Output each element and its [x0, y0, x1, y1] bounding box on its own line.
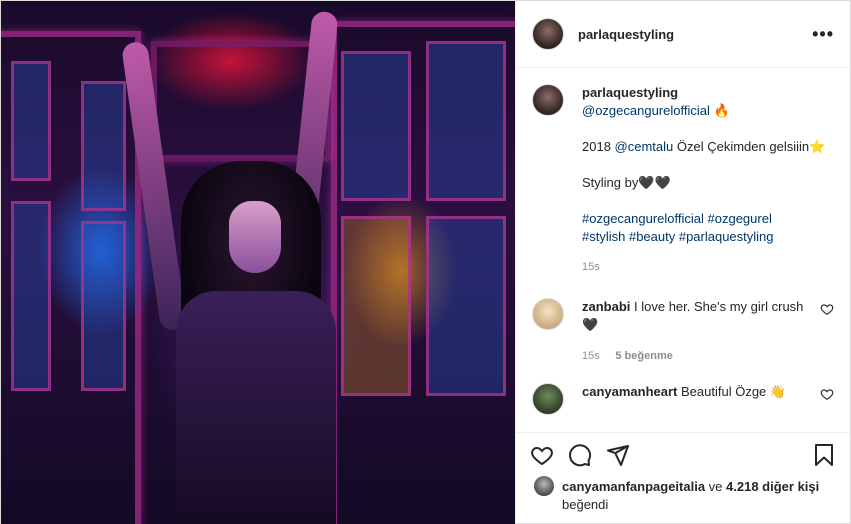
flame-emoji: 🔥 [713, 103, 730, 118]
caption-time[interactable]: 15s [582, 258, 834, 276]
liked-by-others[interactable]: 4.218 diğer kişi [726, 479, 819, 494]
left-door-pane [11, 201, 51, 391]
author-username[interactable]: parlaquestyling [578, 27, 812, 42]
comment-body: canyamanheart Beautiful Özge 👋 [582, 383, 812, 401]
liker-username[interactable]: canyamanfanpageitalia [562, 479, 705, 494]
caption-year: 2018 [582, 139, 611, 154]
right-door-pane [341, 51, 411, 201]
comment-body: zanbabi I love her. She's my girl crush … [582, 298, 812, 365]
liked-by: canyamanfanpageitalia ve 4.218 diğer kiş… [516, 476, 850, 523]
left-door-pane [11, 61, 51, 181]
comment-username[interactable]: zanbabi [582, 299, 630, 314]
liked-by-row: canyamanfanpageitalia ve 4.218 diğer kiş… [534, 476, 834, 496]
right-door-pane [426, 216, 506, 396]
heart-icon[interactable] [530, 443, 554, 467]
more-horizontal-icon[interactable]: ••• [812, 24, 834, 45]
comment-icon[interactable] [568, 443, 592, 467]
post-header: parlaquestyling ••• [516, 1, 850, 68]
caption-mention-cemtalu[interactable]: @cemtalu [615, 139, 674, 154]
caption-avatar[interactable] [532, 84, 564, 116]
caption-styling-line: Styling by🖤🖤 [582, 175, 671, 190]
left-door-pane [81, 221, 126, 391]
caption-username[interactable]: parlaquestyling [582, 85, 678, 100]
caption-mention[interactable]: @ozgecangurelofficial [582, 103, 710, 118]
comment-text: Beautiful Özge 👋 [677, 384, 787, 399]
liked-by-suffix: beğendi [562, 497, 609, 512]
liker-avatar[interactable] [534, 476, 554, 496]
heart-icon[interactable] [820, 302, 834, 316]
comment-item: zanbabi I love her. She's my girl crush … [532, 298, 834, 365]
caption-body: parlaquestyling @ozgecangurelofficial 🔥 … [582, 84, 834, 276]
model-face [229, 201, 281, 273]
caption: parlaquestyling @ozgecangurelofficial 🔥 … [532, 84, 834, 276]
right-door-pane [341, 216, 411, 396]
comments-list: parlaquestyling @ozgecangurelofficial 🔥 … [516, 68, 850, 432]
liked-by-middle: ve [705, 478, 727, 494]
post-photo[interactable] [1, 1, 515, 524]
left-door-pane [81, 81, 126, 211]
comment-likes[interactable]: 5 beğenme [615, 350, 672, 362]
caption-hashtags-1[interactable]: #ozgecangurelofficial #ozgegurel [582, 210, 834, 228]
heart-icon[interactable] [820, 387, 834, 401]
commenter-avatar[interactable] [532, 383, 564, 415]
commenter-avatar[interactable] [532, 298, 564, 330]
caption-hashtags-2[interactable]: #stylish #beauty #parlaquestyling [582, 228, 834, 246]
comment-item: canyamanheart Beautiful Özge 👋 [532, 383, 834, 415]
comment-time[interactable]: 15s [582, 350, 600, 362]
send-icon[interactable] [606, 443, 630, 467]
caption-line2-text: Özel Çekimden gelsiiin⭐ [673, 139, 826, 154]
liked-by-text: canyamanfanpageitalia ve 4.218 diğer kiş… [562, 478, 819, 495]
bookmark-icon[interactable] [812, 443, 836, 467]
author-avatar[interactable] [532, 18, 564, 50]
post-dialog: parlaquestyling ••• parlaquestyling @ozg… [0, 0, 851, 524]
comment-username[interactable]: canyamanheart [582, 384, 677, 399]
post-side-panel: parlaquestyling ••• parlaquestyling @ozg… [515, 1, 850, 523]
action-bar [516, 432, 850, 476]
model-dress [176, 291, 336, 524]
right-door-pane [426, 41, 506, 201]
